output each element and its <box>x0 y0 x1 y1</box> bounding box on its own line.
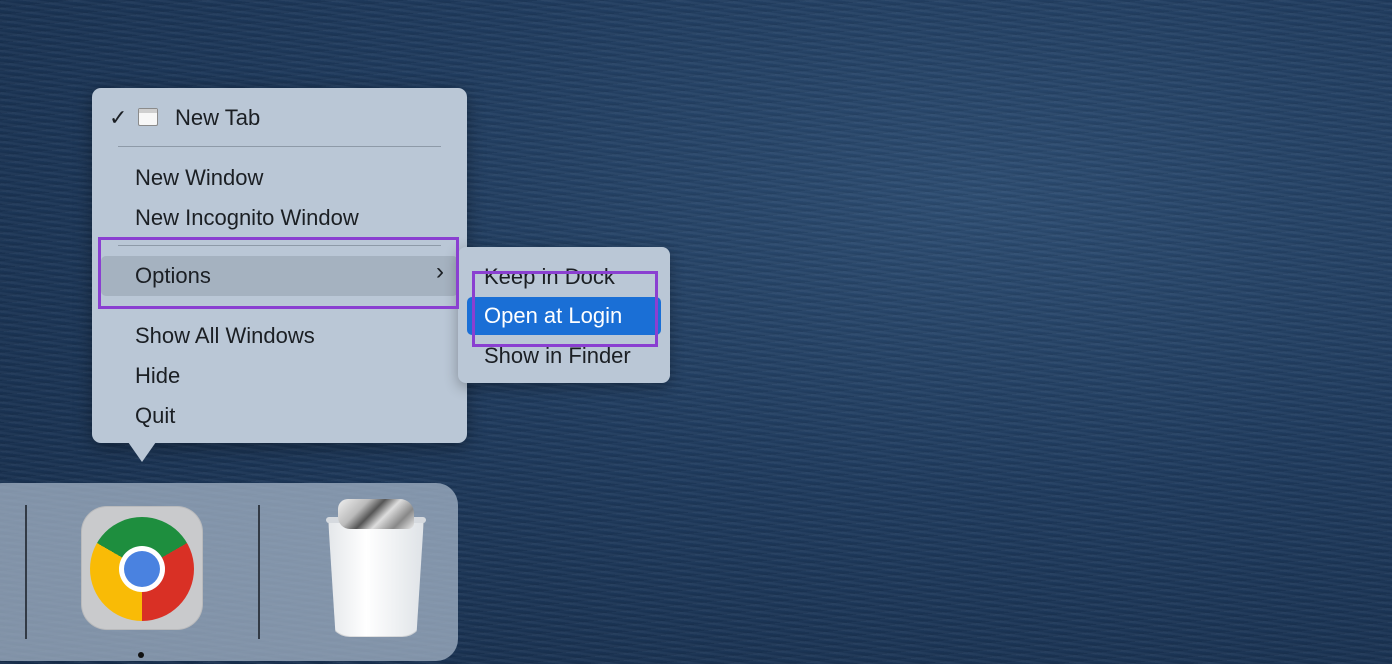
menu-item-new-window[interactable]: New Window <box>101 161 458 195</box>
chrome-logo-center <box>124 551 160 587</box>
menu-item-label: Show All Windows <box>135 323 315 348</box>
trash-papers <box>338 499 414 529</box>
window-icon <box>138 108 158 126</box>
submenu-item-label: Keep in Dock <box>484 264 615 289</box>
menu-item-label: New Window <box>135 165 264 190</box>
trash-bin-body <box>328 517 424 637</box>
menu-item-label: New Incognito Window <box>135 205 359 230</box>
checkmark-icon: ✓ <box>109 105 128 130</box>
submenu-item-show-in-finder[interactable]: Show in Finder <box>467 337 661 375</box>
trash-icon[interactable] <box>324 499 428 637</box>
chevron-right-icon: › <box>436 258 444 285</box>
menu-item-show-all-windows[interactable]: Show All Windows <box>101 319 458 353</box>
submenu-item-label: Show in Finder <box>484 343 631 368</box>
running-indicator <box>138 652 144 658</box>
menu-item-hide[interactable]: Hide <box>101 359 458 393</box>
menu-item-label: New Tab <box>175 105 261 130</box>
menu-pointer <box>128 442 156 462</box>
menu-item-label: Quit <box>135 403 176 428</box>
chrome-icon[interactable] <box>81 506 203 630</box>
menu-separator <box>118 306 441 307</box>
menu-separator <box>118 146 441 147</box>
menu-item-quit[interactable]: Quit <box>101 399 458 433</box>
menu-item-label: Hide <box>135 363 181 388</box>
menu-separator <box>118 245 441 246</box>
menu-item-label: Options <box>135 263 211 288</box>
submenu-item-open-at-login[interactable]: Open at Login <box>467 297 661 335</box>
options-submenu: Keep in Dock Open at Login Show in Finde… <box>458 247 670 383</box>
menu-item-options[interactable]: Options › <box>101 256 458 296</box>
dock-divider <box>25 505 27 639</box>
menu-item-new-incognito-window[interactable]: New Incognito Window <box>101 201 458 235</box>
submenu-item-keep-in-dock[interactable]: Keep in Dock <box>467 258 661 296</box>
dock-context-menu: ✓ New Tab New Window New Incognito Windo… <box>92 88 467 443</box>
dock-divider <box>258 505 260 639</box>
submenu-item-label: Open at Login <box>484 303 623 328</box>
menu-item-new-tab[interactable]: ✓ New Tab <box>101 101 458 135</box>
